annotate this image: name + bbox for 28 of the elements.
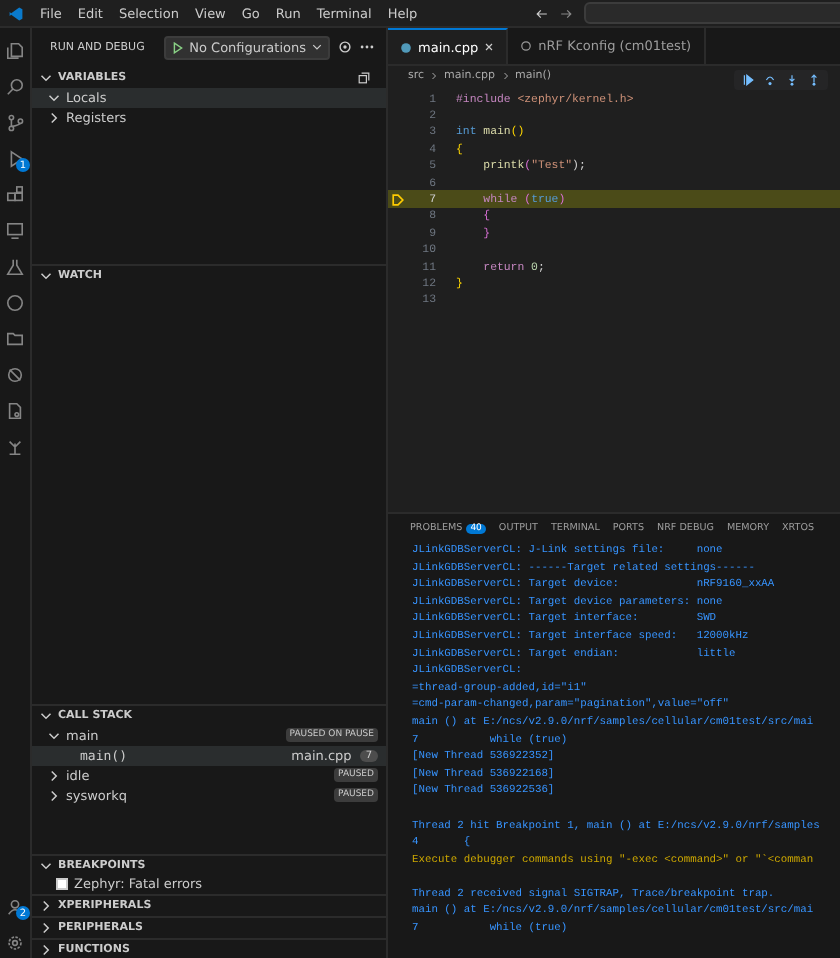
caret-icon	[312, 42, 322, 53]
search-icon[interactable]	[6, 78, 24, 96]
files-icon[interactable]	[6, 42, 24, 60]
continue-icon[interactable]	[742, 74, 754, 86]
more-icon[interactable]	[360, 44, 374, 51]
command-center-field[interactable]	[584, 2, 840, 24]
checkbox[interactable]	[56, 878, 68, 891]
folder-icon[interactable]	[6, 330, 24, 348]
collapse-all-icon[interactable]	[358, 71, 370, 84]
chevron-icon	[48, 729, 60, 742]
file-gear-icon[interactable]	[6, 402, 24, 420]
current-line-arrow-icon	[392, 193, 404, 206]
step-into-icon[interactable]	[786, 74, 798, 86]
app-logo-icon	[8, 5, 24, 21]
play-icon	[171, 41, 184, 54]
back-arrow-icon[interactable]	[536, 7, 548, 19]
settings-icon[interactable]	[338, 40, 352, 55]
settings-icon[interactable]	[6, 934, 24, 952]
run-debug-icon[interactable]	[6, 150, 24, 168]
step-out-icon[interactable]	[808, 74, 820, 86]
extensions-icon[interactable]	[6, 186, 24, 204]
flask-icon[interactable]	[6, 258, 24, 276]
source-control-icon[interactable]	[6, 114, 24, 132]
monitor-icon[interactable]	[6, 222, 24, 240]
forward-arrow-icon[interactable]	[560, 7, 572, 19]
gear-icon	[520, 40, 533, 52]
close-icon[interactable]	[484, 42, 495, 52]
step-over-icon[interactable]	[764, 74, 776, 86]
